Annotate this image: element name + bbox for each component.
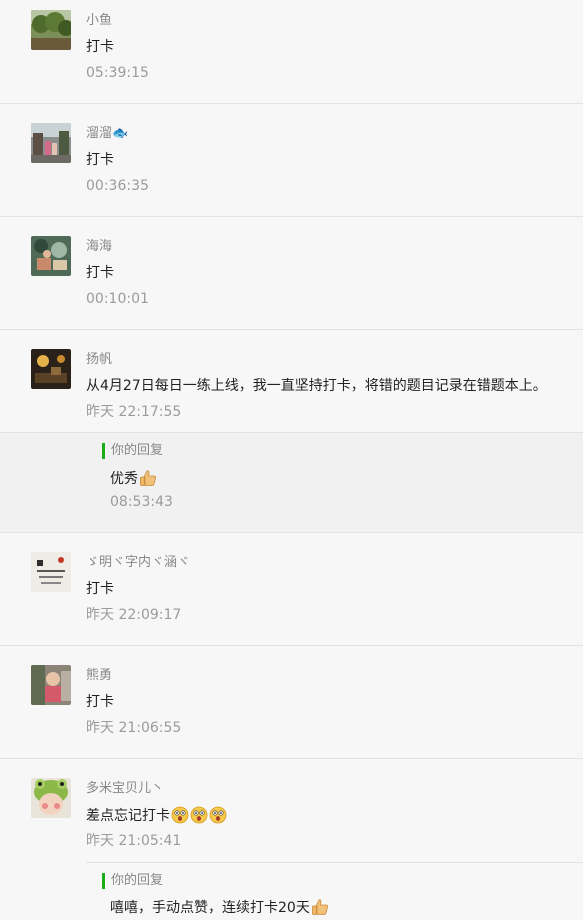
landscape-avatar[interactable]	[31, 10, 71, 50]
commenter-name: 多米宝贝儿丶	[86, 781, 165, 796]
comment-text: 打卡	[86, 265, 114, 281]
reply-text: 优秀	[110, 469, 157, 488]
comment-text: 打卡	[86, 39, 114, 55]
comment-time: 昨天 22:17:55	[86, 404, 182, 420]
thumbs-up-icon	[311, 898, 329, 916]
commenter-name: 小鱼	[86, 13, 113, 28]
comment-time: 昨天 21:05:41	[86, 833, 182, 849]
comment-time: 昨天 21:06:55	[86, 720, 182, 736]
comment-item: 小鱼 打卡 05:39:15	[0, 0, 583, 103]
comment-item: 溜溜🐟 打卡 00:36:35	[0, 104, 583, 216]
comment-text: 打卡	[86, 581, 114, 597]
comment-item: 扬帆 从4月27日每日一练上线，我一直坚持打卡，将错的题目记录在错题本上。 昨天…	[0, 330, 583, 432]
comment-item: 多米宝贝儿丶 差点忘记打卡 昨天 21:05:41	[0, 759, 583, 862]
comment-item: 海海 打卡 00:10:01	[0, 217, 583, 329]
commenter-name: 扬帆	[86, 352, 113, 367]
comment-feed: 小鱼 打卡 05:39:15 溜溜🐟 打卡 00:36:35 海海 打卡 00:…	[0, 0, 583, 920]
reply-box: 你的回复 优秀 08:53:43	[0, 433, 583, 532]
comment-text: 打卡	[86, 152, 114, 168]
room-avatar[interactable]	[31, 349, 71, 389]
comment-time: 00:36:35	[86, 178, 149, 194]
comment-text: 打卡	[86, 694, 114, 710]
commenter-name: 海海	[86, 239, 113, 254]
reply-label: 你的回复	[102, 443, 163, 459]
comment-time: 05:39:15	[86, 65, 149, 81]
street-avatar[interactable]	[31, 123, 71, 163]
comment-text-content: 差点忘记打卡	[86, 808, 170, 824]
shocked-face-icon	[209, 806, 227, 824]
reply-text-content: 嘻嘻，手动点赞，连续打卡20天	[110, 900, 310, 916]
child-avatar[interactable]	[31, 665, 71, 705]
shocked-face-icon	[171, 806, 189, 824]
frog-hat-baby-avatar[interactable]	[31, 778, 71, 818]
market-avatar[interactable]	[31, 236, 71, 276]
commenter-name: 熊勇	[86, 668, 113, 683]
comment-time: 昨天 22:09:17	[86, 607, 182, 623]
comment-text: 差点忘记打卡	[86, 806, 227, 825]
reply-time: 08:53:43	[110, 494, 173, 510]
reply-label: 你的回复	[102, 873, 163, 889]
comment-item: ゞ明ヾ字内ヾ涵ヾ 打卡 昨天 22:09:17	[0, 533, 583, 645]
thumbs-up-icon	[139, 469, 157, 487]
reply-text: 嘻嘻，手动点赞，连续打卡20天	[110, 898, 329, 917]
reply-text-content: 优秀	[110, 471, 138, 487]
shocked-face-icon	[190, 806, 208, 824]
comment-item: 熊勇 打卡 昨天 21:06:55	[0, 646, 583, 758]
comment-text: 从4月27日每日一练上线，我一直坚持打卡，将错的题目记录在错题本上。	[86, 378, 547, 394]
commenter-name: ゞ明ヾ字内ヾ涵ヾ	[86, 555, 191, 570]
reply-box: 你的回复 嘻嘻，手动点赞，连续打卡20天	[0, 863, 583, 920]
commenter-name: 溜溜🐟	[86, 126, 129, 141]
calligraphy-avatar[interactable]	[31, 552, 71, 592]
comment-time: 00:10:01	[86, 291, 149, 307]
